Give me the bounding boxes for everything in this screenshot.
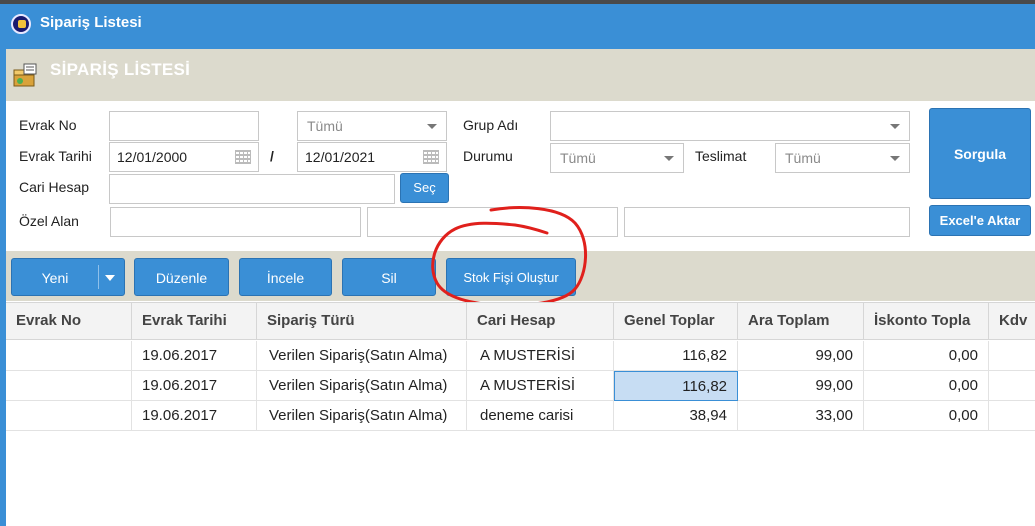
cell-evrak-no[interactable] xyxy=(6,371,132,401)
cell-evrak-tarihi[interactable]: 19.06.2017 xyxy=(132,401,257,431)
column-header-iskonto-toplam[interactable]: İskonto Topla xyxy=(864,302,989,340)
teslimat-select[interactable]: Tümü xyxy=(775,143,910,173)
ozel-alan-label: Özel Alan xyxy=(19,213,79,229)
split-divider xyxy=(98,265,99,289)
cari-hesap-input[interactable] xyxy=(109,174,395,204)
column-header-genel-toplam[interactable]: Genel Toplar xyxy=(614,302,738,340)
cell-genel-toplam[interactable]: 116,82 xyxy=(614,341,738,371)
durumu-select[interactable]: Tümü xyxy=(550,143,684,173)
evrak-no-input[interactable] xyxy=(109,111,259,141)
duzenle-button[interactable]: Düzenle xyxy=(134,258,229,296)
cell-kdv[interactable] xyxy=(989,371,1035,401)
cell-cari-hesap[interactable]: deneme carisi xyxy=(467,401,614,431)
column-header-evrak-no[interactable]: Evrak No xyxy=(6,302,132,340)
type-select-value: Tümü xyxy=(307,118,343,134)
date-separator: / xyxy=(270,148,274,164)
cell-ara-toplam[interactable]: 99,00 xyxy=(738,371,864,401)
chevron-down-icon xyxy=(664,156,674,161)
type-select[interactable]: Tümü xyxy=(297,111,447,141)
sil-button[interactable]: Sil xyxy=(342,258,436,296)
orders-box-icon xyxy=(13,63,37,87)
cell-iskonto-toplam[interactable]: 0,00 xyxy=(864,341,989,371)
excel-export-button[interactable]: Excel'e Aktar xyxy=(929,205,1031,236)
incele-button[interactable]: İncele xyxy=(239,258,332,296)
cell-evrak-no[interactable] xyxy=(6,341,132,371)
yeni-label: Yeni xyxy=(41,270,69,286)
cell-siparis-turu[interactable]: Verilen Sipariş(Satın Alma) xyxy=(257,371,467,401)
cell-ara-toplam[interactable]: 33,00 xyxy=(738,401,864,431)
column-header-evrak-tarihi[interactable]: Evrak Tarihi xyxy=(132,302,257,340)
annotation-circle xyxy=(431,206,588,307)
cell-cari-hesap[interactable]: A MUSTERİSİ xyxy=(467,341,614,371)
cell-siparis-turu[interactable]: Verilen Sipariş(Satın Alma) xyxy=(257,341,467,371)
chevron-down-icon xyxy=(427,124,437,129)
cell-cari-hesap[interactable]: A MUSTERİSİ xyxy=(467,371,614,401)
yeni-button[interactable]: Yeni xyxy=(11,258,125,296)
cell-evrak-no[interactable] xyxy=(6,401,132,431)
cell-kdv[interactable] xyxy=(989,401,1035,431)
calendar-icon[interactable] xyxy=(423,150,439,164)
durumu-value: Tümü xyxy=(560,150,596,166)
ozel-alan-input-3[interactable] xyxy=(624,207,910,237)
cell-iskonto-toplam[interactable]: 0,00 xyxy=(864,401,989,431)
title-bar xyxy=(0,4,1035,49)
grup-adi-select[interactable] xyxy=(550,111,910,141)
column-header-kdv[interactable]: Kdv xyxy=(989,302,1035,340)
column-header-ara-toplam[interactable]: Ara Toplam xyxy=(738,302,864,340)
chevron-down-icon xyxy=(890,124,900,129)
chevron-down-icon xyxy=(890,156,900,161)
column-header-cari-hesap[interactable]: Cari Hesap xyxy=(467,302,614,340)
evrak-no-label: Evrak No xyxy=(19,117,77,133)
app-icon xyxy=(11,14,31,34)
evrak-tarihi-label: Evrak Tarihi xyxy=(19,148,92,164)
cell-iskonto-toplam[interactable]: 0,00 xyxy=(864,371,989,401)
cell-genel-toplam-selected[interactable]: 116,82 xyxy=(614,371,738,401)
durumu-label: Durumu xyxy=(463,148,513,164)
cell-evrak-tarihi[interactable]: 19.06.2017 xyxy=(132,341,257,371)
ozel-alan-input-1[interactable] xyxy=(110,207,361,237)
date-from-value: 12/01/2000 xyxy=(117,149,188,165)
cell-evrak-tarihi[interactable]: 19.06.2017 xyxy=(132,371,257,401)
date-to-input[interactable]: 12/01/2021 xyxy=(297,142,447,172)
grup-adi-label: Grup Adı xyxy=(463,117,519,133)
cell-kdv[interactable] xyxy=(989,341,1035,371)
calendar-icon[interactable] xyxy=(235,150,251,164)
date-to-value: 12/01/2021 xyxy=(305,149,376,165)
chevron-down-icon[interactable] xyxy=(105,275,115,281)
cell-siparis-turu[interactable]: Verilen Sipariş(Satın Alma) xyxy=(257,401,467,431)
window-title: Sipariş Listesi xyxy=(40,14,142,31)
column-header-siparis-turu[interactable]: Sipariş Türü xyxy=(257,302,467,340)
cell-ara-toplam[interactable]: 99,00 xyxy=(738,341,864,371)
teslimat-label: Teslimat xyxy=(695,148,747,164)
cell-genel-toplam[interactable]: 38,94 xyxy=(614,401,738,431)
sec-button[interactable]: Seç xyxy=(400,173,449,203)
page-title: SİPARİŞ LİSTESİ xyxy=(50,60,191,79)
cari-hesap-label: Cari Hesap xyxy=(19,179,90,195)
sorgula-button[interactable]: Sorgula xyxy=(929,108,1031,199)
date-from-input[interactable]: 12/01/2000 xyxy=(109,142,259,172)
teslimat-value: Tümü xyxy=(785,150,821,166)
